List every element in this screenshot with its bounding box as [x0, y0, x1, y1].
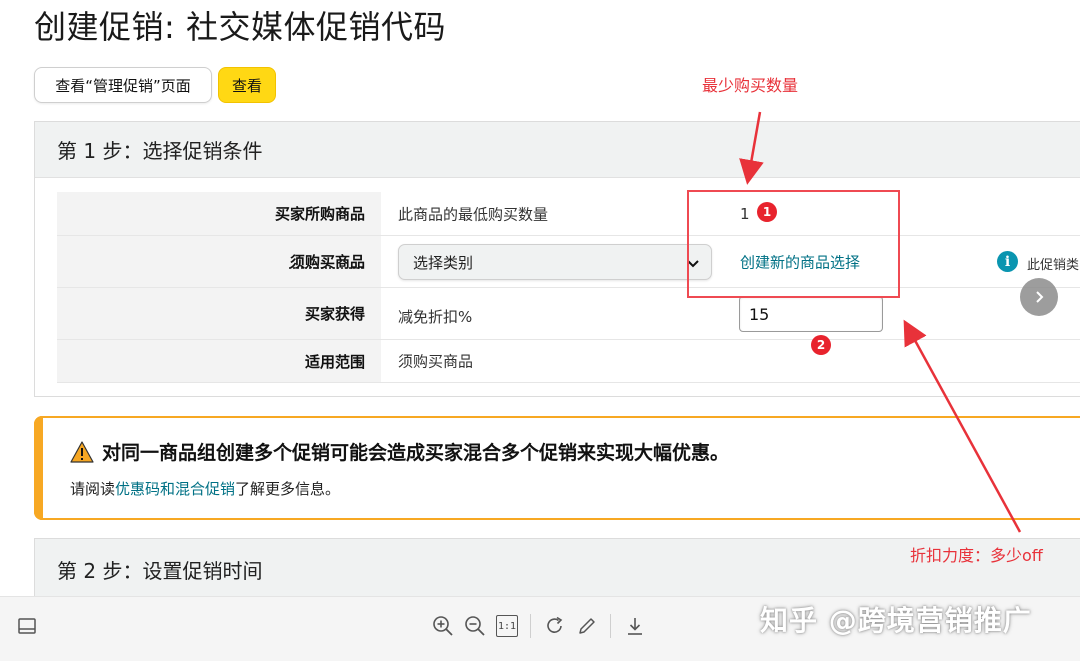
view-manage-promotions-button[interactable]: 查看“管理促销”页面 — [34, 67, 212, 103]
discount-type-text: 减免折扣% — [398, 308, 473, 326]
panel-icon[interactable] — [16, 615, 38, 637]
chevron-right-icon — [1036, 291, 1044, 303]
table-row: 适用范围 须购买商品 — [57, 340, 1080, 383]
warning-alert: 对同一商品组创建多个促销可能会造成买家混合多个促销来实现大幅优惠。 请阅读优惠码… — [34, 416, 1080, 520]
annotation-min-qty: 最少购买数量 — [702, 76, 799, 95]
zoom-out-icon[interactable] — [464, 615, 486, 637]
info-text: 此促销类 — [1027, 258, 1080, 273]
page-title: 创建促销: 社交媒体促销代码 — [34, 8, 446, 46]
table-row: 须购买商品 选择类别 创建新的商品选择 i 此促销类 — [57, 236, 1080, 288]
applies-to-value: 须购买商品 — [398, 352, 474, 371]
category-select-value: 选择类别 — [413, 253, 474, 272]
annotation-discount: 折扣力度：多少off — [910, 546, 1043, 565]
download-icon[interactable] — [624, 615, 646, 637]
view-button[interactable]: 查看 — [218, 67, 276, 103]
warning-title: 对同一商品组创建多个促销可能会造成买家混合多个促销来实现大幅优惠。 — [102, 442, 730, 464]
warning-body: 请阅读优惠码和混合促销了解更多信息。 — [70, 480, 341, 498]
category-select[interactable]: 选择类别 — [398, 244, 712, 280]
rotate-icon[interactable] — [544, 615, 566, 637]
pencil-icon[interactable] — [576, 615, 598, 637]
step1-panel: 第 1 步：选择促销条件 买家所购商品 此商品的最低购买数量 1 须购买商品 选… — [34, 121, 1080, 397]
buyer-gets-label: 买家获得 — [57, 288, 381, 339]
actual-size-button[interactable]: 1:1 — [496, 615, 518, 637]
info-icon[interactable]: i — [997, 251, 1018, 272]
table-row: 买家所购商品 此商品的最低购买数量 1 — [57, 192, 1080, 236]
step1-header: 第 1 步：选择促销条件 — [35, 122, 1080, 178]
buyer-purchases-label: 买家所购商品 — [57, 192, 381, 235]
zoom-in-icon[interactable] — [432, 615, 454, 637]
annotation-badge-1: 1 — [757, 202, 777, 222]
next-arrow-button[interactable] — [1020, 278, 1058, 316]
annotation-highlight-box — [687, 190, 900, 298]
discount-input[interactable]: 15 — [739, 296, 883, 332]
applies-to-label: 适用范围 — [57, 340, 381, 382]
annotation-badge-2: 2 — [811, 335, 831, 355]
table-row: 买家获得 减免折扣% 15 — [57, 288, 1080, 340]
coupon-stacking-link[interactable]: 优惠码和混合促销 — [115, 480, 235, 498]
conditions-table: 买家所购商品 此商品的最低购买数量 1 须购买商品 选择类别 创建新的商品选择 … — [57, 192, 1080, 383]
required-product-label: 须购买商品 — [57, 236, 381, 287]
warning-icon — [70, 440, 94, 463]
watermark: 知乎 @跨境营销推广 — [760, 604, 1032, 637]
image-viewer-toolbar: 1:1 知乎 @跨境营销推广 — [0, 596, 1080, 661]
min-qty-text: 此商品的最低购买数量 — [398, 205, 549, 223]
